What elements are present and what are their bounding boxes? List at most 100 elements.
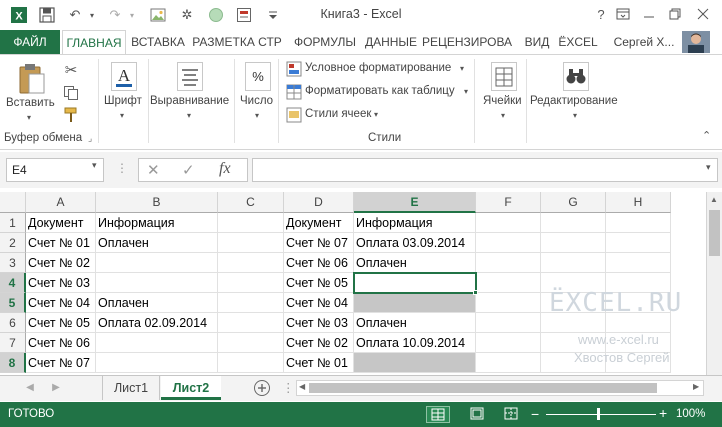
zoom-slider[interactable] — [546, 414, 656, 415]
cell-e3[interactable]: Оплачен — [354, 253, 476, 273]
cell-f8[interactable] — [476, 353, 541, 373]
copy-icon[interactable] — [60, 83, 82, 103]
fill-handle[interactable] — [473, 290, 478, 295]
column-header-f[interactable]: F — [476, 192, 541, 213]
editing-button-label[interactable]: Редактирование — [530, 95, 618, 107]
tab-review[interactable]: РЕЦЕНЗИРОВА — [421, 30, 513, 54]
formula-input[interactable] — [252, 158, 718, 182]
user-name[interactable]: Сергей Х... — [608, 30, 680, 54]
cell-styles-dropdown-icon[interactable]: ▾ — [374, 110, 378, 119]
zoom-slider-thumb[interactable] — [597, 408, 600, 420]
font-icon[interactable]: A — [110, 61, 138, 93]
restore-icon[interactable] — [664, 4, 686, 24]
paste-dropdown-icon[interactable]: ▾ — [27, 113, 31, 122]
cell-h3[interactable] — [606, 253, 671, 273]
tab-data[interactable]: ДАННЫЕ — [362, 30, 420, 54]
tab-page-layout[interactable]: РАЗМЕТКА СТР — [189, 30, 285, 54]
editing-binoculars-icon[interactable] — [562, 61, 590, 93]
help-icon[interactable]: ? — [590, 4, 612, 24]
scroll-up-icon[interactable]: ▲ — [710, 195, 718, 204]
cell-a8[interactable]: Счет № 07 — [26, 353, 96, 373]
cell-d7[interactable]: Счет № 02 — [284, 333, 354, 353]
tab-view[interactable]: ВИД — [522, 30, 552, 54]
page-layout-view-icon[interactable] — [466, 406, 490, 423]
normal-view-icon[interactable] — [426, 406, 450, 423]
zoom-out-icon[interactable]: − — [531, 406, 539, 422]
cell-e8[interactable] — [354, 353, 476, 373]
sheet-scroll-right-icon[interactable]: ▶ — [48, 376, 64, 400]
cell-a5[interactable]: Счет № 04 — [26, 293, 96, 313]
cell-d5[interactable]: Счет № 04 — [284, 293, 354, 313]
zoom-level[interactable]: 100% — [676, 408, 705, 420]
cell-h1[interactable] — [606, 213, 671, 233]
cell-d6[interactable]: Счет № 03 — [284, 313, 354, 333]
format-as-table-button[interactable]: Форматировать как таблицу — [305, 85, 455, 97]
cells-icon[interactable] — [490, 61, 518, 93]
close-icon[interactable] — [692, 4, 714, 24]
paste-button-label[interactable]: Вставить — [6, 97, 55, 109]
row-header-4[interactable]: 4 — [0, 273, 26, 293]
horizontal-scroll-thumb[interactable] — [309, 383, 657, 393]
enter-icon[interactable]: ✓ — [182, 161, 195, 179]
format-as-table-dropdown-icon[interactable]: ▾ — [464, 87, 468, 96]
cell-f6[interactable] — [476, 313, 541, 333]
paste-icon[interactable] — [16, 61, 48, 97]
cell-a4[interactable]: Счет № 03 — [26, 273, 96, 293]
cell-b3[interactable] — [96, 253, 218, 273]
collapse-ribbon-icon[interactable]: ⌃ — [702, 129, 711, 142]
expand-formula-bar-icon[interactable]: ▾ — [706, 162, 711, 173]
scroll-right-icon[interactable]: ▶ — [693, 382, 699, 391]
tab-file[interactable]: ФАЙЛ — [0, 30, 60, 54]
row-header-7[interactable]: 7 — [0, 333, 26, 353]
cell-g1[interactable] — [541, 213, 606, 233]
cell-d2[interactable]: Счет № 07 — [284, 233, 354, 253]
active-cell-highlight[interactable] — [353, 272, 477, 294]
cell-b8[interactable] — [96, 353, 218, 373]
row-header-6[interactable]: 6 — [0, 313, 26, 333]
sheet-tab-2[interactable]: Лист2 — [161, 376, 221, 400]
cell-d1[interactable]: Документ — [284, 213, 354, 233]
cell-c5[interactable] — [218, 293, 284, 313]
cell-g2[interactable] — [541, 233, 606, 253]
row-header-8[interactable]: 8 — [0, 353, 26, 373]
vertical-scroll-thumb[interactable] — [709, 210, 720, 256]
format-as-table-icon[interactable] — [286, 84, 302, 100]
alignment-icon[interactable] — [176, 61, 204, 93]
cell-b7[interactable] — [96, 333, 218, 353]
cell-b2[interactable]: Оплачен — [96, 233, 218, 253]
cell-e7[interactable]: Оплата 10.09.2014 — [354, 333, 476, 353]
cancel-icon[interactable]: ✕ — [147, 161, 160, 179]
horizontal-scrollbar[interactable]: ◀ ▶ — [296, 380, 704, 396]
cell-f2[interactable] — [476, 233, 541, 253]
page-break-view-icon[interactable] — [500, 406, 524, 423]
column-header-c[interactable]: C — [218, 192, 284, 213]
avatar[interactable] — [682, 31, 710, 53]
conditional-formatting-icon[interactable] — [286, 61, 302, 77]
column-header-e[interactable]: E — [354, 192, 476, 213]
tab-home[interactable]: ГЛАВНАЯ — [62, 30, 126, 55]
cell-a6[interactable]: Счет № 05 — [26, 313, 96, 333]
name-box-dropdown-icon[interactable]: ▾ — [92, 160, 97, 171]
scroll-left-icon[interactable]: ◀ — [299, 382, 305, 391]
cell-b4[interactable] — [96, 273, 218, 293]
cell-f4[interactable] — [476, 273, 541, 293]
cell-b1[interactable]: Информация — [96, 213, 218, 233]
row-header-1[interactable]: 1 — [0, 213, 26, 233]
cell-c8[interactable] — [218, 353, 284, 373]
zoom-in-icon[interactable]: + — [659, 405, 667, 421]
row-header-3[interactable]: 3 — [0, 253, 26, 273]
cell-e5[interactable] — [354, 293, 476, 313]
minimize-icon[interactable] — [638, 4, 660, 24]
conditional-formatting-button[interactable]: Условное форматирование — [305, 62, 451, 74]
number-dropdown-icon[interactable]: ▾ — [255, 111, 259, 120]
cell-c6[interactable] — [218, 313, 284, 333]
tab-formulas[interactable]: ФОРМУЛЫ — [290, 30, 360, 54]
alignment-dropdown-icon[interactable]: ▾ — [187, 111, 191, 120]
alignment-button-label[interactable]: Выравнивание — [150, 95, 229, 107]
clipboard-launcher-icon[interactable]: ⌟ — [88, 133, 92, 144]
number-button-label[interactable]: Число — [240, 95, 273, 107]
column-header-g[interactable]: G — [541, 192, 606, 213]
cell-f7[interactable] — [476, 333, 541, 353]
cell-f3[interactable] — [476, 253, 541, 273]
font-dropdown-icon[interactable]: ▾ — [120, 111, 124, 120]
